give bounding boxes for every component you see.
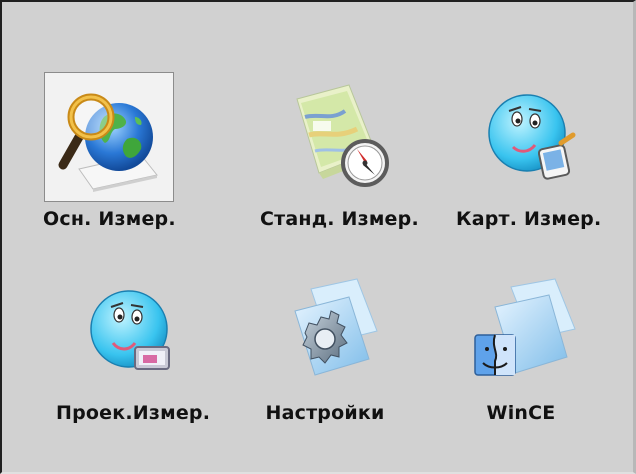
settings-gear-folder-icon: [265, 271, 385, 391]
launcher-icon-frame: [274, 72, 404, 202]
launcher-label: WinCE: [486, 402, 556, 424]
desktop: Осн. Измер. Станд. Измер. Карт. Измер. П…: [0, 0, 636, 474]
smiley-projector-icon: [73, 271, 193, 391]
launcher-stand-izmer[interactable]: Станд. Измер.: [260, 72, 419, 230]
launcher-icon-frame: [456, 266, 586, 396]
launcher-label: Карт. Измер.: [456, 208, 602, 230]
smiley-device-icon: [469, 77, 589, 197]
launcher-icon-frame: [260, 266, 390, 396]
launcher-kart-izmer[interactable]: Карт. Измер.: [456, 72, 601, 230]
launcher-nastroiki[interactable]: Настройки: [260, 266, 390, 424]
launcher-icon-frame: [464, 72, 594, 202]
map-compass-icon: [279, 77, 399, 197]
globe-magnifier-icon: [49, 77, 169, 197]
launcher-proek-izmer[interactable]: Проек.Измер.: [56, 266, 210, 424]
launcher-icon-frame: [44, 72, 175, 202]
launcher-label: Проек.Измер.: [56, 402, 211, 424]
launcher-label: Настройки: [265, 402, 385, 424]
launcher-wince[interactable]: WinCE: [456, 266, 586, 424]
launcher-label: Осн. Измер.: [43, 208, 176, 230]
launcher-icon-frame: [68, 266, 198, 396]
finder-folder-icon: [461, 271, 581, 391]
launcher-label: Станд. Измер.: [260, 208, 419, 230]
launcher-osn-izmer[interactable]: Осн. Измер.: [43, 72, 176, 230]
